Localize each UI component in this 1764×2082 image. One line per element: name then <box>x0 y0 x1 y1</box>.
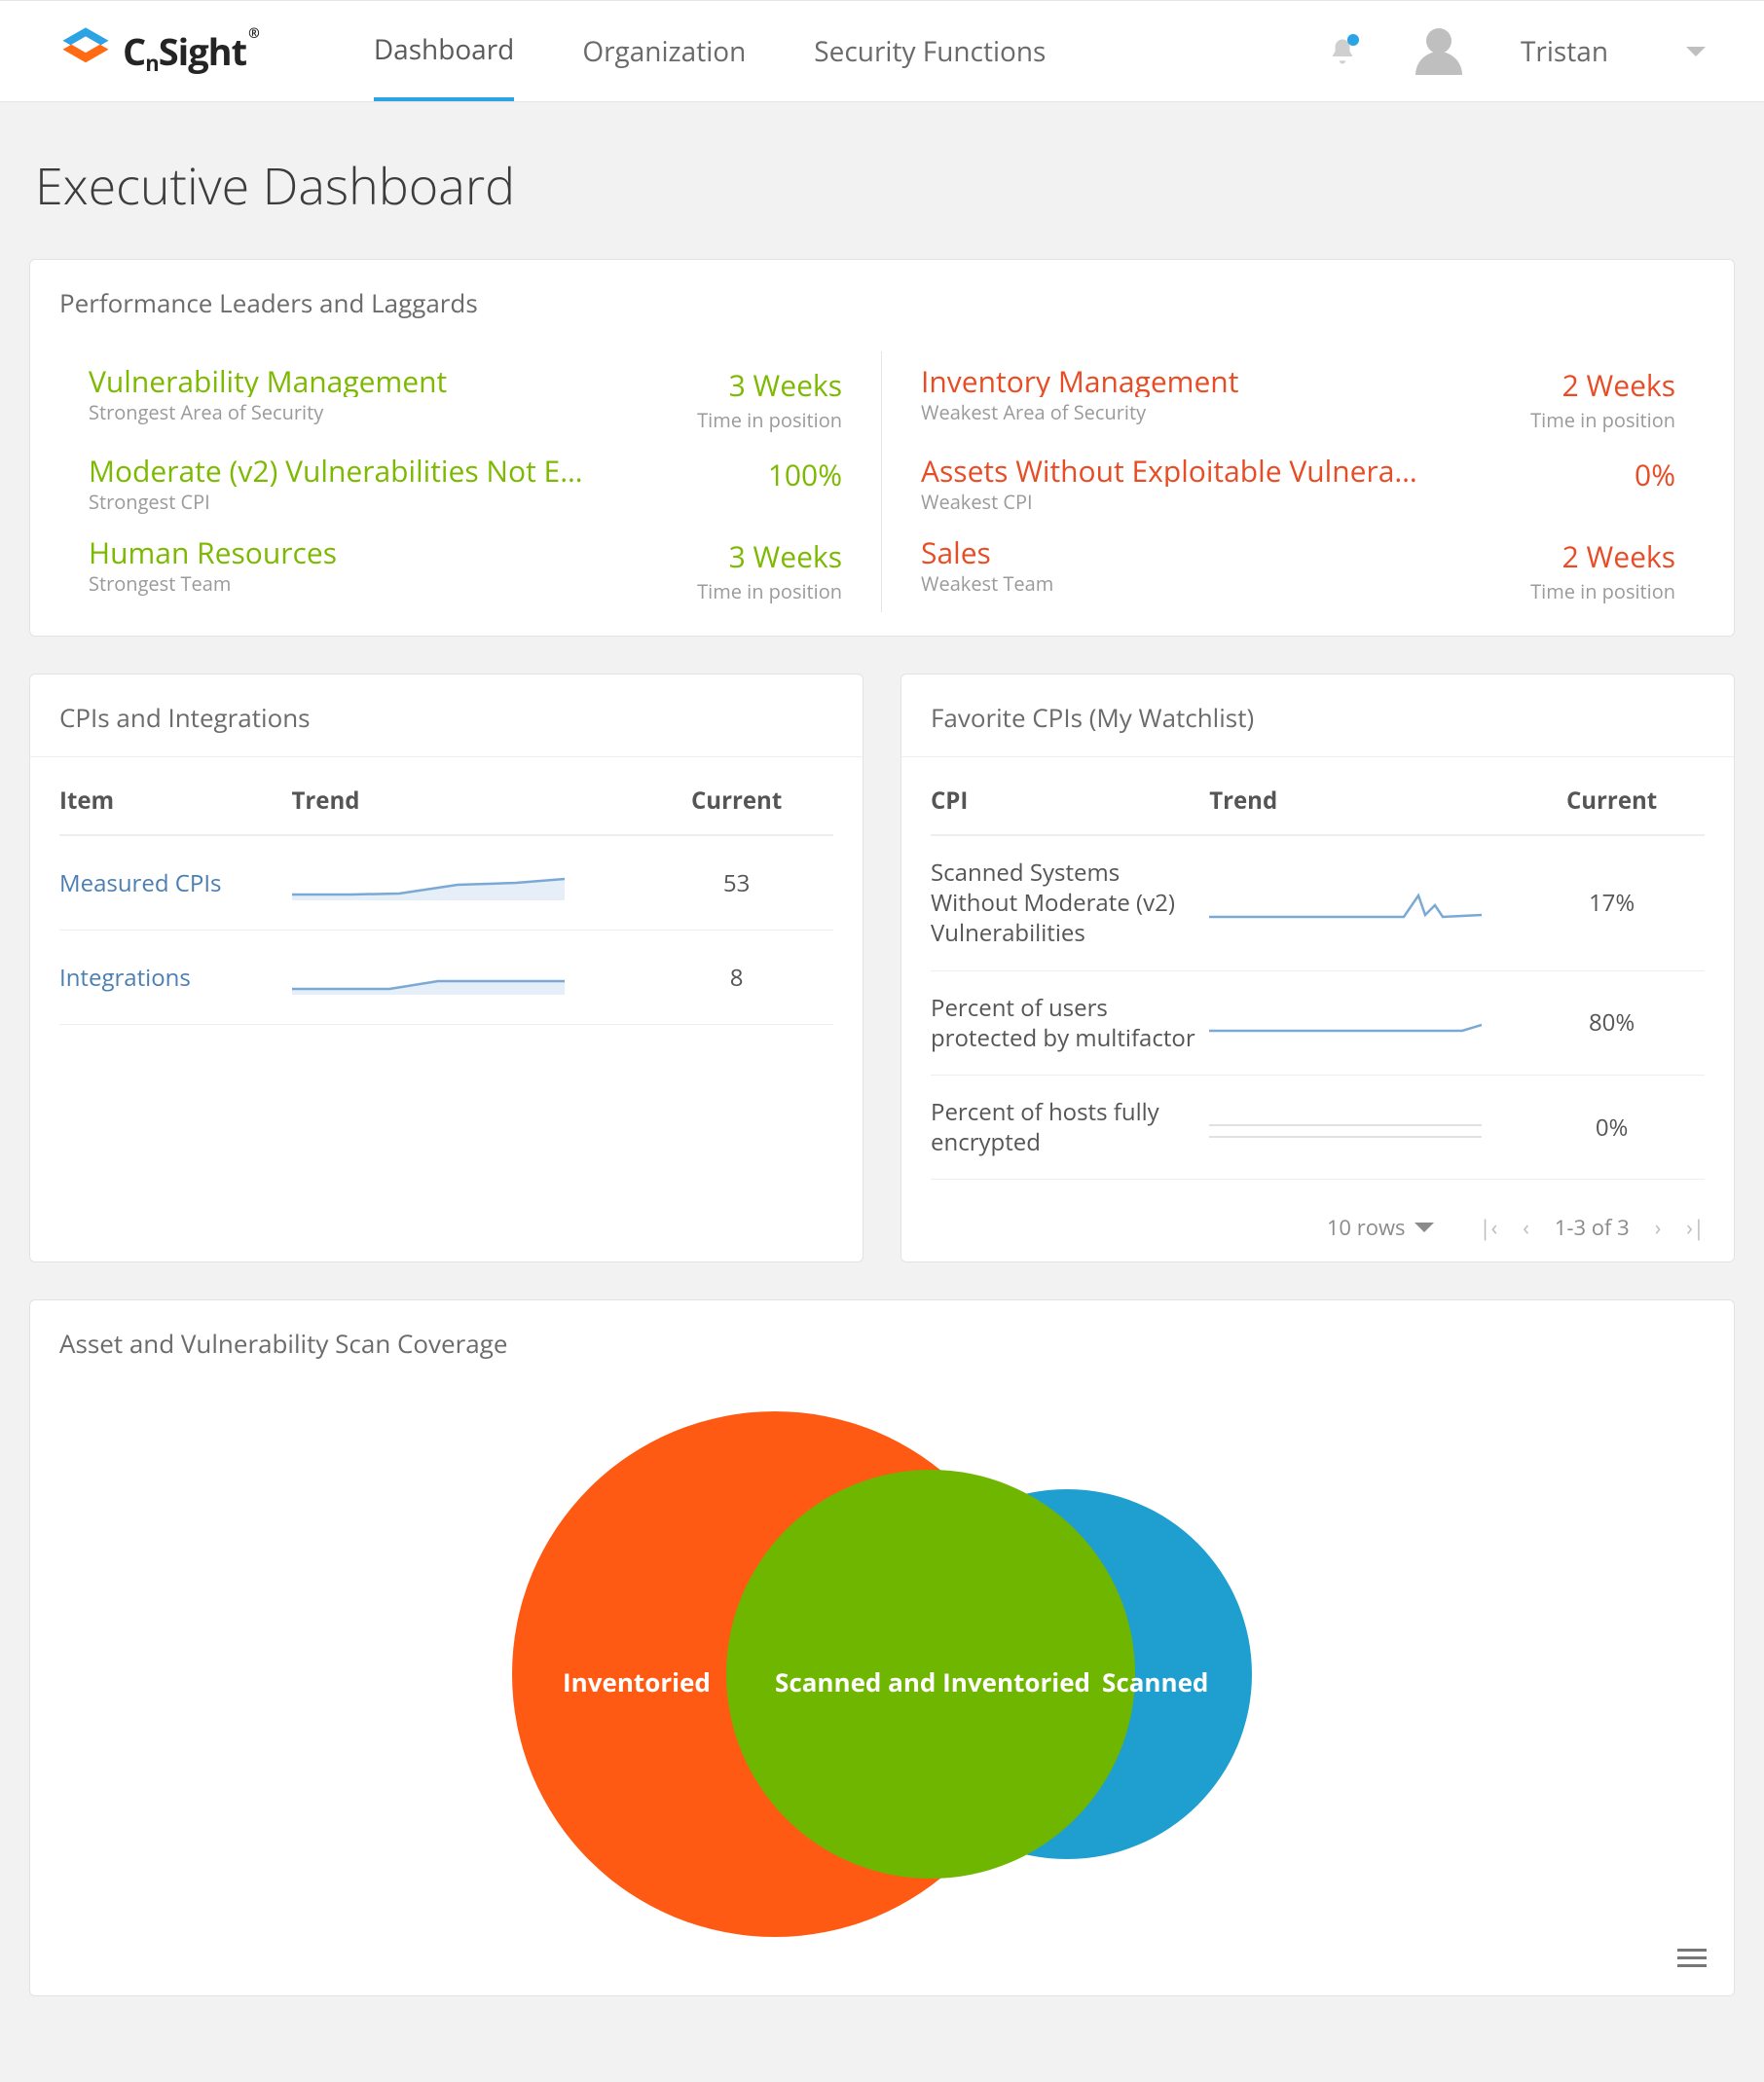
topbar-right: Tristan <box>1328 28 1706 75</box>
current-value: 8 <box>640 931 833 1025</box>
topbar: CnSight® Dashboard Organization Security… <box>0 0 1764 102</box>
laggard-name[interactable]: Sales <box>921 536 1053 568</box>
laggard-name[interactable]: Assets Without Exploitable Vulnera… <box>921 455 1417 487</box>
nav-dashboard[interactable]: Dashboard <box>374 1 515 101</box>
sparkline-icon <box>292 858 565 908</box>
pager-prev-icon[interactable]: ‹ <box>1523 1213 1529 1242</box>
leader-name[interactable]: Moderate (v2) Vulnerabilities Not Excee… <box>89 455 595 487</box>
table-row: Measured CPIs 53 <box>59 835 833 931</box>
col-trend: Trend <box>1209 767 1519 835</box>
trend-cell <box>1209 970 1519 1075</box>
col-item: Item <box>59 767 292 835</box>
sparkline-icon <box>1209 878 1482 929</box>
trend-cell <box>292 931 641 1025</box>
user-menu[interactable]: Tristan <box>1521 33 1706 70</box>
sparkline-icon <box>1209 1102 1482 1152</box>
cpi-name[interactable]: Scanned Systems Without Moderate (v2) Vu… <box>931 835 1209 970</box>
laggards-column: Inventory Management Weakest Area of Sec… <box>882 351 1714 612</box>
leader-value-sub: Time in position <box>697 578 842 604</box>
integrations-link[interactable]: Integrations <box>59 931 292 1025</box>
leader-value: 3 Weeks <box>697 536 842 576</box>
notification-dot-icon <box>1347 34 1359 46</box>
rows-per-page-select[interactable]: 10 rows <box>1327 1213 1435 1242</box>
laggard-value: 2 Weeks <box>1530 536 1675 576</box>
laggard-sub: Weakest Team <box>921 570 1053 597</box>
brand-logo[interactable]: CnSight® <box>58 24 257 79</box>
brand-name: CnSight® <box>123 26 257 77</box>
favorite-cpis-title: Favorite CPIs (My Watchlist) <box>901 675 1734 757</box>
venn-label-inventoried: Inventoried <box>563 1664 711 1699</box>
current-value: 80% <box>1519 970 1705 1075</box>
cpi-name[interactable]: Percent of users protected by multifacto… <box>931 970 1209 1075</box>
user-name: Tristan <box>1521 33 1608 70</box>
table-row: Scanned Systems Without Moderate (v2) Vu… <box>931 835 1705 970</box>
table-row: Integrations 8 <box>59 931 833 1025</box>
leader-value-sub: Time in position <box>697 407 842 433</box>
leader-value: 100% <box>768 455 842 494</box>
laggard-name[interactable]: Inventory Management <box>921 365 1238 397</box>
laggard-value: 2 Weeks <box>1530 365 1675 405</box>
cpi-name[interactable]: Percent of hosts fully encrypted <box>931 1075 1209 1179</box>
nav-organization[interactable]: Organization <box>582 1 746 101</box>
page-title: Executive Dashboard <box>35 151 1735 220</box>
pager-range: 1-3 of 3 <box>1555 1213 1630 1242</box>
col-cpi: CPI <box>931 767 1209 835</box>
user-avatar-icon[interactable] <box>1415 28 1462 75</box>
chart-menu-icon[interactable] <box>1677 1944 1707 1972</box>
notifications-bell-icon[interactable] <box>1328 36 1357 67</box>
leader-sub: Strongest CPI <box>89 489 595 515</box>
scan-coverage-card: Asset and Vulnerability Scan Coverage In… <box>29 1299 1735 1996</box>
leader-name[interactable]: Human Resources <box>89 536 337 568</box>
trend-cell <box>292 835 641 931</box>
pager-last-icon[interactable]: ›| <box>1686 1213 1705 1242</box>
leader-sub: Strongest Team <box>89 570 337 597</box>
main-nav: Dashboard Organization Security Function… <box>374 1 1047 101</box>
leader-value: 3 Weeks <box>697 365 842 405</box>
sparkline-icon <box>1209 998 1482 1048</box>
cpis-integrations-card: CPIs and Integrations Item Trend Current… <box>29 674 864 1262</box>
current-value: 17% <box>1519 835 1705 970</box>
scan-coverage-title: Asset and Vulnerability Scan Coverage <box>30 1300 1734 1382</box>
cpis-integrations-table: Item Trend Current Measured CPIs <box>59 767 833 1025</box>
laggard-value: 0% <box>1635 455 1675 494</box>
current-value: 53 <box>640 835 833 931</box>
caret-down-icon <box>1415 1223 1434 1232</box>
leader-sub: Strongest Area of Security <box>89 399 447 425</box>
sparkline-icon <box>292 952 565 1003</box>
leaders-column: Vulnerability Management Strongest Area … <box>50 351 882 612</box>
favorite-cpis-card: Favorite CPIs (My Watchlist) CPI Trend C… <box>900 674 1735 1262</box>
favorite-cpis-table: CPI Trend Current Scanned Systems Withou… <box>931 767 1705 1180</box>
col-trend: Trend <box>292 767 641 835</box>
venn-label-both: Scanned and Inventoried <box>775 1664 1090 1699</box>
col-current: Current <box>640 767 833 835</box>
col-current: Current <box>1519 767 1705 835</box>
pager-next-icon[interactable]: › <box>1655 1213 1662 1242</box>
rows-label: 10 rows <box>1327 1213 1406 1242</box>
laggard-sub: Weakest Area of Security <box>921 399 1238 425</box>
laggard-sub: Weakest CPI <box>921 489 1417 515</box>
pager-first-icon[interactable]: |‹ <box>1479 1213 1497 1242</box>
leader-name[interactable]: Vulnerability Management <box>89 365 447 397</box>
page: Executive Dashboard Performance Leaders … <box>0 102 1764 2082</box>
cpis-integrations-title: CPIs and Integrations <box>30 675 863 757</box>
nav-security-functions[interactable]: Security Functions <box>814 1 1046 101</box>
leaders-laggards-card: Performance Leaders and Laggards Vulnera… <box>29 259 1735 637</box>
leaders-laggards-title: Performance Leaders and Laggards <box>30 260 1734 342</box>
brand-logo-icon <box>58 24 113 79</box>
trend-cell <box>1209 1075 1519 1179</box>
table-pager: 10 rows |‹ ‹ 1-3 of 3 › ›| <box>901 1199 1734 1261</box>
laggard-value-sub: Time in position <box>1530 578 1675 604</box>
venn-label-scanned: Scanned <box>1102 1664 1208 1699</box>
caret-down-icon <box>1686 47 1706 56</box>
current-value: 0% <box>1519 1075 1705 1179</box>
cpis-link[interactable]: Measured CPIs <box>59 835 292 931</box>
venn-diagram: Inventoried Scanned and Inventoried Scan… <box>512 1392 1252 1956</box>
trend-cell <box>1209 835 1519 970</box>
table-row: Percent of users protected by multifacto… <box>931 970 1705 1075</box>
laggard-value-sub: Time in position <box>1530 407 1675 433</box>
table-row: Percent of hosts fully encrypted 0% <box>931 1075 1705 1179</box>
